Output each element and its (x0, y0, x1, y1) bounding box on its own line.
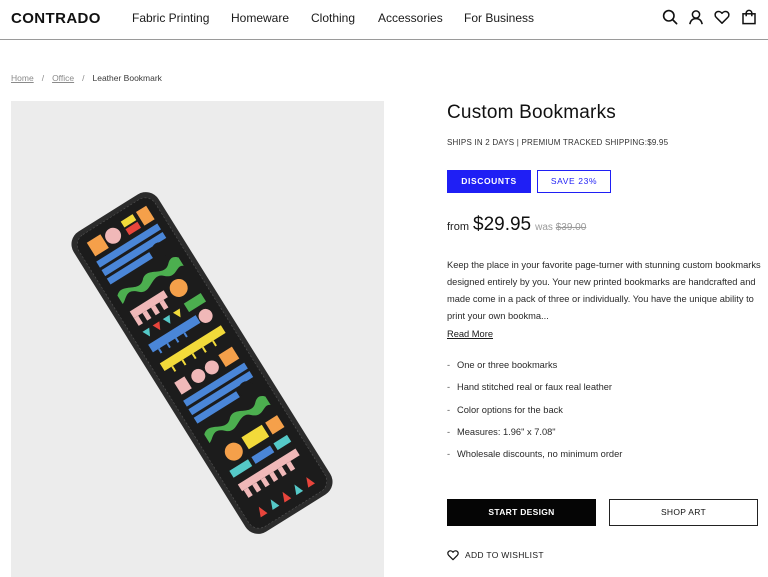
add-to-wishlist[interactable]: ADD TO WISHLIST (447, 549, 544, 561)
product-image[interactable] (11, 101, 384, 577)
shipping-info: SHIPS IN 2 DAYS | PREMIUM TRACKED SHIPPI… (447, 138, 669, 147)
bookmark-body (76, 197, 328, 529)
price-from-label: from (447, 221, 469, 233)
heart-icon (447, 550, 459, 561)
breadcrumb-separator: / (41, 73, 45, 83)
feature-item: One or three bookmarks (447, 360, 622, 382)
breadcrumb: Home / Office / Leather Bookmark (11, 73, 162, 83)
bag-icon[interactable] (741, 9, 757, 25)
save-badge: SAVE 23% (537, 170, 611, 193)
nav-clothing[interactable]: Clothing (311, 11, 355, 25)
search-icon[interactable] (662, 9, 678, 25)
feature-list: One or three bookmarks Hand stitched rea… (447, 360, 622, 471)
nav-homeware[interactable]: Homeware (231, 11, 289, 25)
feature-item: Hand stitched real or faux real leather (447, 382, 622, 404)
product-description: Keep the place in your favorite page-tur… (447, 260, 761, 321)
breadcrumb-office[interactable]: Office (52, 73, 74, 83)
price-row: from $29.95 was $39.00 (447, 214, 586, 236)
nav-fabric-printing[interactable]: Fabric Printing (132, 11, 209, 25)
wishlist-label: ADD TO WISHLIST (465, 550, 544, 560)
discounts-button[interactable]: DISCOUNTS (447, 170, 531, 193)
was-price: was $39.00 (535, 222, 586, 233)
nav-for-business[interactable]: For Business (464, 11, 534, 25)
bookmark-illustration (71, 192, 333, 534)
site-header: CONTRADO Fabric Printing Homeware Clothi… (0, 0, 768, 40)
start-design-button[interactable]: START DESIGN (447, 499, 596, 526)
breadcrumb-current: Leather Bookmark (92, 73, 162, 83)
logo[interactable]: CONTRADO (11, 10, 101, 27)
heart-icon[interactable] (714, 9, 730, 25)
user-icon[interactable] (688, 9, 704, 25)
current-price: $29.95 (473, 214, 532, 235)
breadcrumb-separator: / (82, 73, 85, 83)
nav-accessories[interactable]: Accessories (378, 11, 443, 25)
was-price-value: $39.00 (555, 222, 587, 233)
feature-item: Measures: 1.96" x 7.08" (447, 427, 622, 449)
read-more-link[interactable]: Read More (447, 329, 493, 339)
feature-item: Wholesale discounts, no minimum order (447, 449, 622, 471)
was-label: was (535, 222, 553, 233)
shop-art-button[interactable]: SHOP ART (609, 499, 758, 526)
breadcrumb-home[interactable]: Home (11, 73, 34, 83)
product-title: Custom Bookmarks (447, 102, 616, 123)
feature-item: Color options for the back (447, 405, 622, 427)
